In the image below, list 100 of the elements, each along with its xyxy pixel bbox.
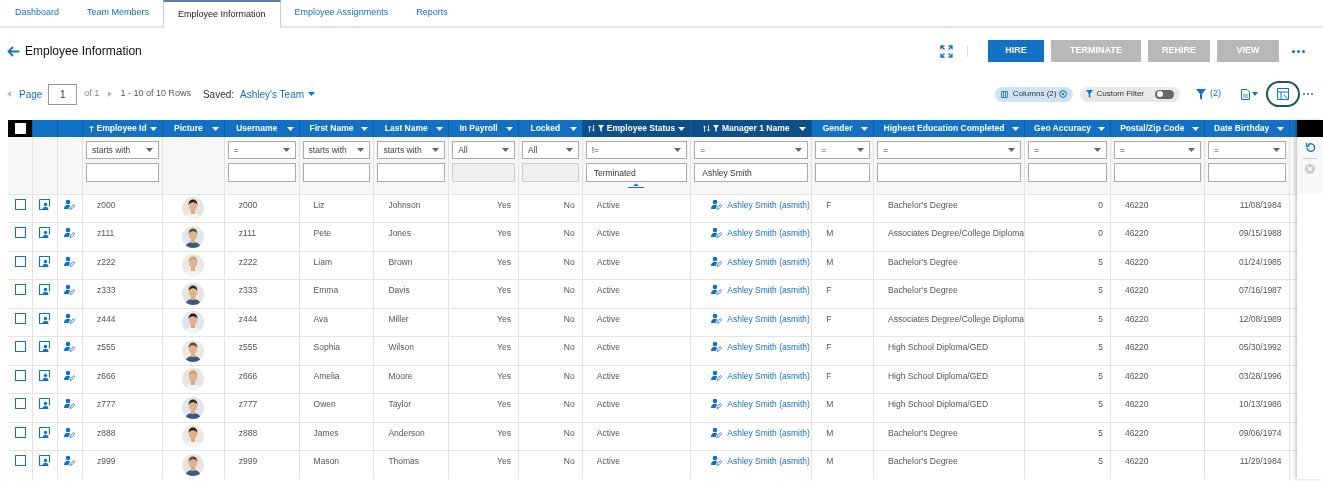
manager-link[interactable]: Ashley Smith (asmith): [727, 198, 810, 212]
collapse-icon[interactable]: [628, 183, 645, 188]
export-dropdown[interactable]: [1241, 88, 1258, 100]
caret-icon[interactable]: [361, 126, 369, 131]
custom-filter-chip[interactable]: Custom Filter: [1080, 86, 1180, 102]
column-header[interactable]: In Payroll: [448, 120, 519, 137]
caret-icon[interactable]: [1012, 126, 1020, 131]
filter-operator-dropdown[interactable]: starts with: [302, 141, 371, 159]
filter-operator-dropdown[interactable]: =: [815, 141, 870, 159]
filter-operator-dropdown[interactable]: starts with: [86, 141, 160, 159]
manager-link[interactable]: Ashley Smith (asmith): [727, 369, 810, 383]
caret-icon[interactable]: [357, 148, 365, 152]
toggle-switch[interactable]: [1155, 89, 1174, 99]
column-header[interactable]: Highest Education Completed: [873, 120, 1025, 137]
column-header[interactable]: Geo Accuracy: [1024, 120, 1111, 137]
edit-user-icon[interactable]: [64, 255, 76, 267]
caret-icon[interactable]: [506, 126, 513, 131]
view-profile-icon[interactable]: [39, 312, 51, 324]
caret-icon[interactable]: [308, 92, 316, 96]
tab[interactable]: Reports: [402, 0, 462, 26]
column-header[interactable]: Manager 1 Name: [690, 120, 812, 137]
caret-icon[interactable]: [799, 126, 807, 131]
view-profile-icon[interactable]: [39, 398, 51, 409]
filter-count-button[interactable]: (2): [1196, 87, 1221, 101]
filter-input[interactable]: [815, 163, 870, 182]
column-header[interactable]: Date Birthday: [1204, 120, 1290, 137]
column-settings-button[interactable]: [1266, 81, 1300, 107]
caret-icon[interactable]: [282, 148, 290, 152]
filter-input[interactable]: [377, 163, 446, 182]
column-header[interactable]: First Name: [299, 120, 374, 137]
edit-user-icon[interactable]: [64, 455, 76, 466]
filter-input[interactable]: [877, 163, 1022, 182]
filter-input[interactable]: [1207, 163, 1286, 182]
filter-operator-dropdown[interactable]: !=: [585, 141, 688, 159]
remove-icon[interactable]: [1059, 90, 1068, 98]
checkbox[interactable]: [15, 369, 26, 381]
caret-icon[interactable]: [432, 148, 440, 152]
caret-icon[interactable]: [150, 126, 158, 131]
caret-icon[interactable]: [502, 148, 509, 152]
more-icon[interactable]: [1292, 49, 1305, 53]
view-profile-icon[interactable]: [39, 369, 51, 381]
filter-operator-dropdown[interactable]: =: [1207, 141, 1286, 159]
caret-icon[interactable]: [569, 126, 577, 131]
caret-icon[interactable]: [1276, 126, 1284, 131]
checkbox[interactable]: [15, 398, 26, 409]
filter-operator-dropdown[interactable]: =: [1028, 141, 1107, 159]
manager-link[interactable]: Ashley Smith (asmith): [727, 284, 810, 297]
column-header[interactable]: Last Name: [373, 120, 449, 137]
action-button[interactable]: HIRE: [988, 40, 1044, 62]
view-profile-icon[interactable]: [39, 426, 51, 438]
page-input[interactable]: 1: [48, 83, 78, 105]
filter-operator-dropdown[interactable]: =: [1113, 141, 1201, 159]
tab[interactable]: Employee Assignments: [280, 0, 403, 26]
column-header[interactable]: Username: [224, 120, 300, 137]
view-profile-icon[interactable]: [39, 455, 51, 466]
manager-link[interactable]: Ashley Smith (asmith): [727, 255, 810, 269]
manager-link[interactable]: Ashley Smith (asmith): [727, 341, 810, 354]
edit-user-icon[interactable]: [64, 312, 76, 324]
caret-icon[interactable]: [1187, 148, 1195, 152]
caret-icon[interactable]: [1008, 148, 1016, 152]
caret-icon[interactable]: [146, 148, 154, 152]
tab[interactable]: Dashboard: [1, 0, 74, 26]
filter-input[interactable]: Terminated: [585, 163, 688, 182]
caret-icon[interactable]: [565, 148, 573, 152]
manager-link[interactable]: Ashley Smith (asmith): [727, 426, 810, 440]
column-header[interactable]: Gender: [811, 120, 874, 137]
view-profile-icon[interactable]: [39, 198, 51, 210]
column-header[interactable]: Locked: [518, 120, 583, 137]
filter-input[interactable]: [1113, 163, 1201, 182]
edit-user-icon[interactable]: [64, 341, 76, 352]
filter-input[interactable]: [302, 163, 371, 182]
reset-icon[interactable]: [1304, 142, 1316, 153]
column-header[interactable]: Employee Status: [582, 120, 691, 137]
caret-icon[interactable]: [211, 126, 219, 131]
column-header[interactable]: Picture: [162, 120, 225, 137]
filter-input[interactable]: [86, 163, 160, 182]
checkbox[interactable]: [15, 198, 26, 210]
edit-user-icon[interactable]: [64, 227, 76, 238]
caret-icon[interactable]: [286, 126, 294, 131]
tab[interactable]: Employee Information: [163, 0, 281, 28]
edit-user-icon[interactable]: [64, 284, 76, 295]
checkbox[interactable]: [15, 255, 26, 267]
edit-user-icon[interactable]: [64, 369, 76, 381]
edit-user-icon[interactable]: [64, 398, 76, 409]
columns-chip[interactable]: Columns (2): [994, 86, 1074, 102]
manager-link[interactable]: Ashley Smith (asmith): [727, 227, 810, 240]
caret-icon[interactable]: [436, 126, 444, 131]
filter-operator-dropdown[interactable]: =: [227, 141, 296, 159]
column-header[interactable]: Employee Id: [82, 120, 163, 137]
filter-operator-dropdown[interactable]: =: [877, 141, 1022, 159]
caret-icon[interactable]: [674, 148, 682, 152]
edit-user-icon[interactable]: [64, 426, 76, 438]
fullscreen-icon[interactable]: [940, 44, 953, 58]
caret-icon[interactable]: [1272, 148, 1280, 152]
manager-link[interactable]: Ashley Smith (asmith): [727, 398, 810, 411]
checkbox[interactable]: [15, 312, 26, 324]
caret-icon[interactable]: [857, 148, 864, 152]
filter-input[interactable]: [1028, 163, 1107, 182]
checkbox[interactable]: [15, 227, 26, 238]
view-profile-icon[interactable]: [39, 284, 51, 295]
